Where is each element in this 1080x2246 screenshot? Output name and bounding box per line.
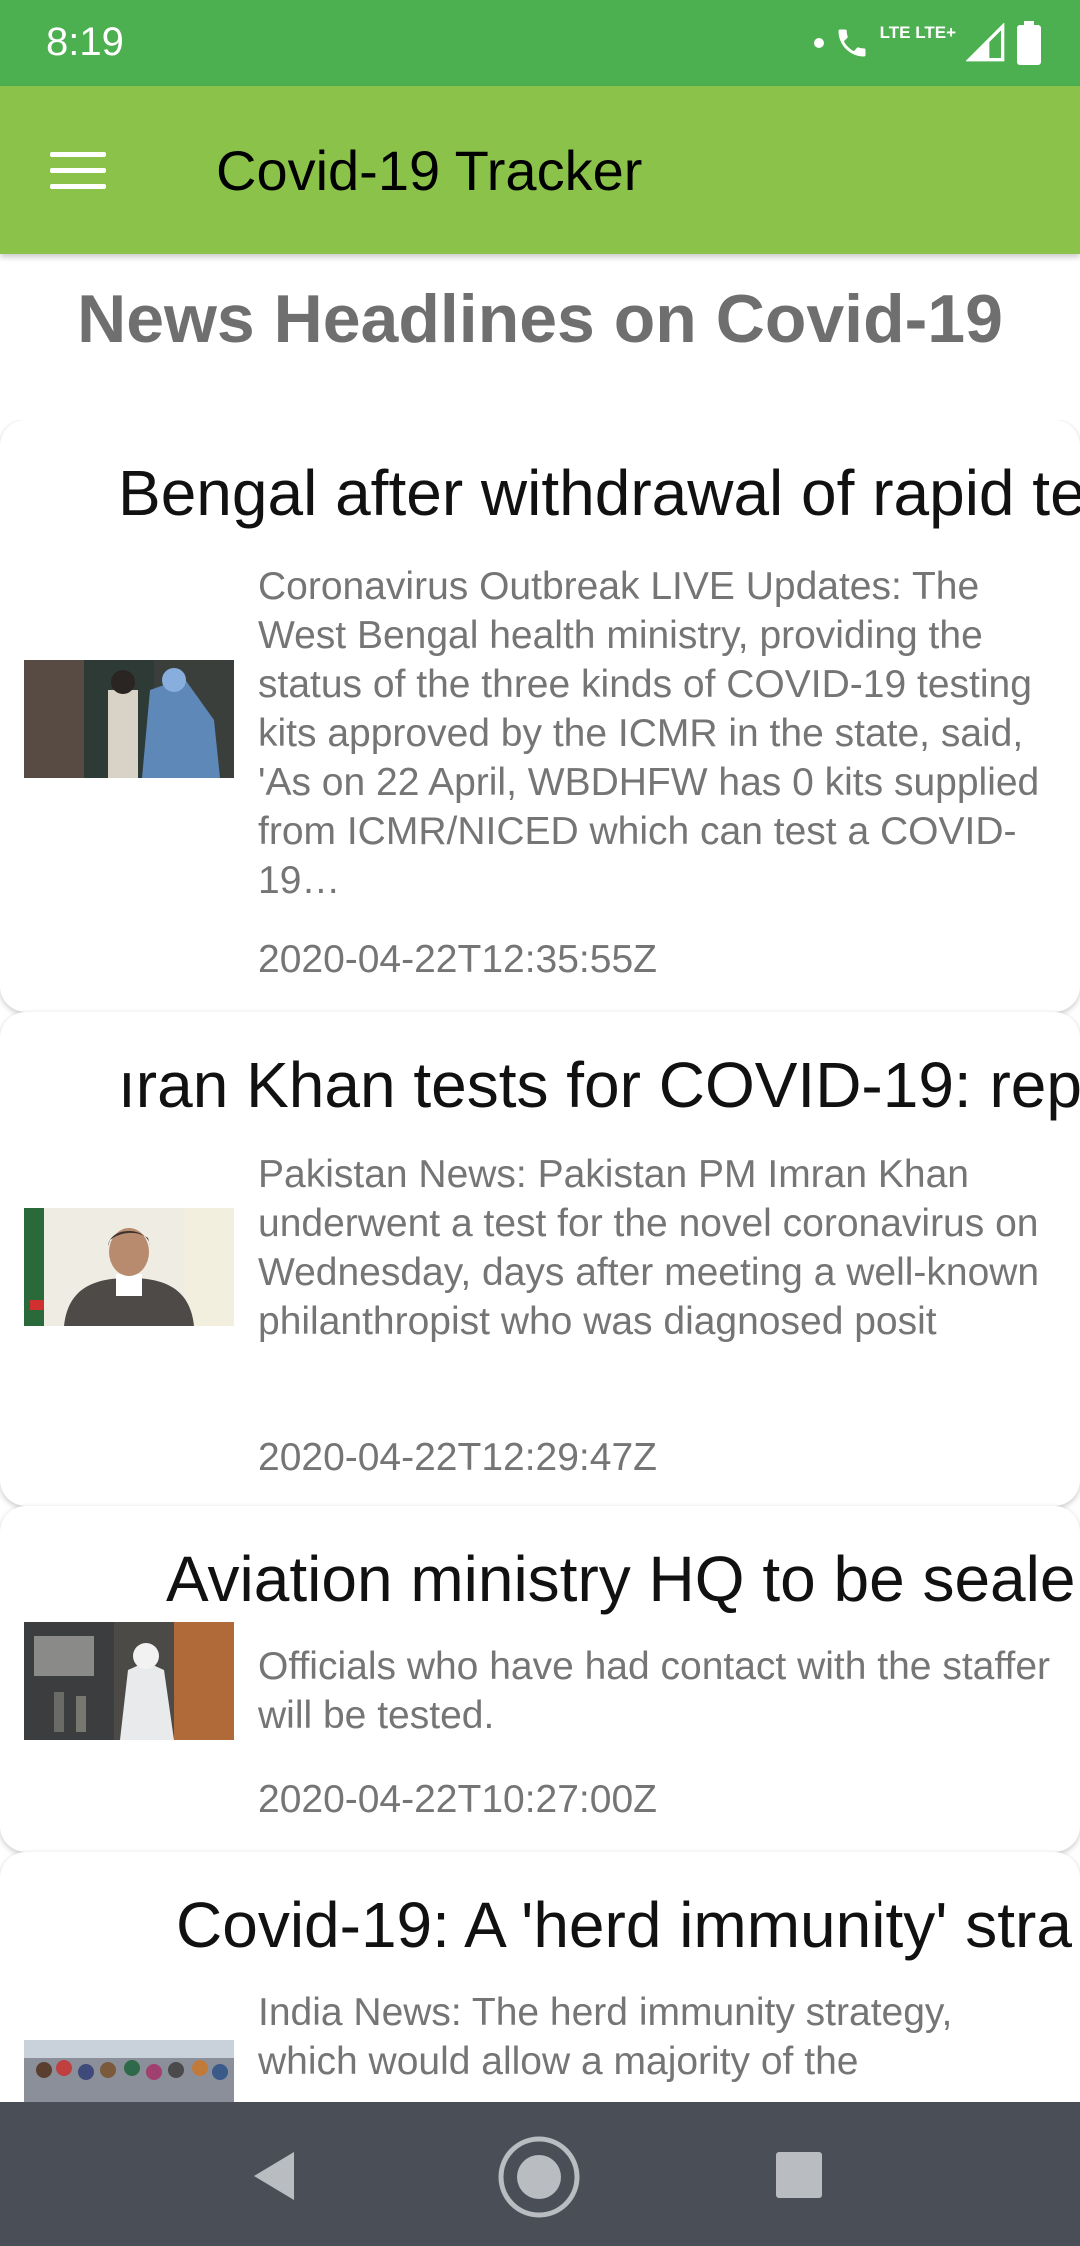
status-bar: 8:19 LTE LTE+ bbox=[0, 0, 1080, 86]
signal-icon bbox=[966, 23, 1005, 62]
app-title: Covid-19 Tracker bbox=[216, 139, 643, 202]
status-icons: LTE LTE+ bbox=[813, 18, 1042, 68]
news-card-date: 2020-04-22T10:27:00Z bbox=[258, 1778, 657, 1821]
news-thumbnail bbox=[24, 660, 234, 778]
network-type-label: LTE LTE+ bbox=[879, 23, 956, 42]
news-card-description: Coronavirus Outbreak LIVE Updates: The W… bbox=[258, 565, 1040, 902]
news-card-title: ıran Khan tests for COVID-19: repo bbox=[118, 1049, 1080, 1121]
news-thumbnail bbox=[24, 1622, 234, 1740]
news-card-date: 2020-04-22T12:29:47Z bbox=[258, 1436, 657, 1479]
battery-icon bbox=[1017, 21, 1041, 65]
news-card-description: India News: The herd immunity strategy, … bbox=[258, 1991, 953, 2083]
status-time: 8:19 bbox=[46, 20, 124, 64]
page-heading: News Headlines on Covid-19 bbox=[77, 281, 1003, 357]
app-bar: Covid-19 Tracker bbox=[0, 86, 1080, 254]
system-nav-bar bbox=[0, 2102, 1080, 2246]
back-triangle-icon[interactable] bbox=[252, 2150, 296, 2202]
news-card[interactable]: Bengal after withdrawal of rapid te Coro… bbox=[0, 420, 1080, 1012]
news-thumbnail bbox=[24, 1208, 234, 1326]
news-card-title: Covid-19: A 'herd immunity' stra bbox=[176, 1889, 1072, 1961]
news-card[interactable]: Covid-19: A 'herd immunity' stra India N… bbox=[0, 1852, 1080, 2102]
call-icon bbox=[838, 29, 866, 57]
news-card-description: Officials who have had contact with the … bbox=[258, 1645, 1050, 1737]
news-card-title: Aviation ministry HQ to be seale bbox=[166, 1543, 1076, 1615]
hamburger-menu-icon[interactable] bbox=[50, 140, 118, 200]
news-card-date: 2020-04-22T12:35:55Z bbox=[258, 938, 657, 981]
news-feed[interactable]: Bengal after withdrawal of rapid te Coro… bbox=[0, 420, 1080, 2102]
notification-dot-icon bbox=[813, 38, 824, 48]
news-card[interactable]: Aviation ministry HQ to be seale Officia… bbox=[0, 1506, 1080, 1852]
news-card[interactable]: ıran Khan tests for COVID-19: repo Pakis… bbox=[0, 1012, 1080, 1506]
news-card-title: Bengal after withdrawal of rapid te bbox=[118, 457, 1080, 529]
recents-square-icon[interactable] bbox=[776, 2152, 822, 2198]
news-card-description: Pakistan News: Pakistan PM Imran Khan un… bbox=[258, 1153, 1040, 1343]
news-thumbnail bbox=[24, 2040, 234, 2102]
home-circle-icon[interactable] bbox=[496, 2134, 582, 2220]
